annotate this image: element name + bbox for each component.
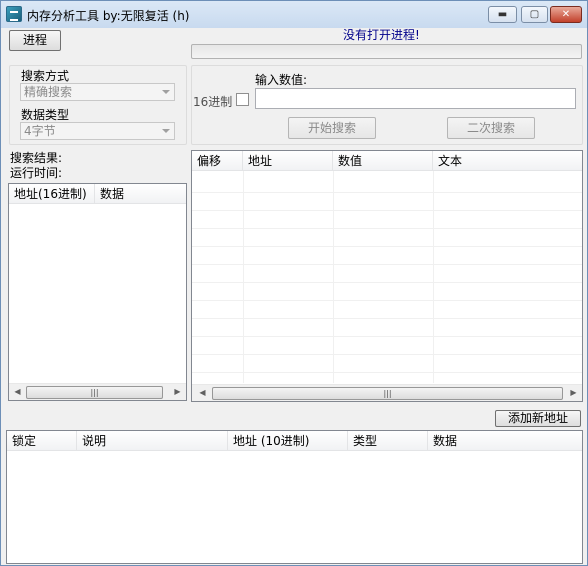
scroll-right-icon[interactable]: ▶	[169, 384, 186, 400]
horizontal-scrollbar[interactable]: ◀ ||| ▶	[192, 384, 582, 401]
column-header[interactable]: 地址	[243, 151, 333, 171]
search-mode-select[interactable]: 精确搜索	[20, 83, 175, 101]
column-header[interactable]: 说明	[77, 431, 228, 451]
maximize-icon: ▢	[529, 9, 540, 20]
minimize-button[interactable]: ▬	[488, 6, 517, 23]
app-icon	[6, 6, 22, 22]
result-list[interactable]: 地址(16进制) 数据 ◀ ||| ▶	[8, 183, 187, 401]
data-type-value: 4字节	[24, 124, 56, 138]
hex-label: 16进制	[193, 95, 233, 109]
scroll-left-icon[interactable]: ◀	[9, 384, 26, 400]
hex-checkbox[interactable]	[236, 93, 249, 106]
process-status: 没有打开进程!	[343, 28, 420, 42]
run-time-label: 运行时间:	[10, 166, 63, 180]
search-mode-value: 精确搜索	[24, 85, 73, 99]
saved-list-header: 锁定 说明 地址 (10进制) 类型 数据	[7, 431, 582, 451]
column-header[interactable]: 地址(16进制)	[9, 184, 95, 204]
maximize-button[interactable]: ▢	[521, 6, 548, 23]
grid-divider	[243, 171, 244, 383]
grid-divider	[192, 282, 582, 283]
main-window: 内存分析工具 by:无限复活 (h) ▬ ▢ ✕ 进程 没有打开进程! 搜索方式…	[0, 0, 588, 566]
column-header[interactable]: 类型	[348, 431, 428, 451]
start-search-button[interactable]: 开始搜索	[288, 117, 376, 139]
window-title: 内存分析工具 by:无限复活 (h)	[27, 9, 190, 23]
column-header[interactable]: 地址 (10进制)	[228, 431, 348, 451]
close-button[interactable]: ✕	[550, 6, 582, 23]
data-type-select[interactable]: 4字节	[20, 122, 175, 140]
second-search-button[interactable]: 二次搜索	[447, 117, 535, 139]
column-header[interactable]: 数据	[95, 184, 186, 204]
progress-bar	[191, 44, 582, 59]
grid-divider	[192, 318, 582, 319]
close-icon: ✕	[561, 9, 571, 20]
grid-divider	[433, 171, 434, 383]
result-list-header: 地址(16进制) 数据	[9, 184, 186, 204]
search-value-input[interactable]	[255, 88, 576, 109]
grid-divider	[192, 354, 582, 355]
grid-divider	[192, 210, 582, 211]
title-bar[interactable]: 内存分析工具 by:无限复活 (h) ▬ ▢ ✕	[1, 1, 587, 28]
grid-divider	[192, 336, 582, 337]
input-value-label: 输入数值:	[255, 73, 308, 87]
grid-divider	[192, 228, 582, 229]
add-address-button[interactable]: 添加新地址	[495, 410, 581, 427]
chevron-down-icon	[162, 129, 170, 133]
grid-divider	[333, 171, 334, 383]
scroll-thumb[interactable]: |||	[26, 386, 163, 399]
column-header[interactable]: 锁定	[7, 431, 77, 451]
grid-divider	[192, 300, 582, 301]
process-button[interactable]: 进程	[9, 30, 61, 51]
search-mode-label: 搜索方式	[21, 69, 70, 83]
memory-view-header: 偏移 地址 数值 文本	[192, 151, 582, 171]
column-header[interactable]: 数据	[428, 431, 582, 451]
column-header[interactable]: 数值	[333, 151, 433, 171]
minimize-icon: ▬	[497, 9, 508, 20]
grid-divider	[192, 246, 582, 247]
grid-divider	[192, 264, 582, 265]
chevron-down-icon	[162, 90, 170, 94]
grid-divider	[192, 192, 582, 193]
grid-divider	[192, 372, 582, 373]
data-type-label: 数据类型	[21, 108, 70, 122]
scroll-left-icon[interactable]: ◀	[194, 385, 211, 401]
memory-view-list[interactable]: 偏移 地址 数值 文本 ◀ ||| ▶	[191, 150, 583, 402]
column-header[interactable]: 偏移	[192, 151, 243, 171]
saved-address-list[interactable]: 锁定 说明 地址 (10进制) 类型 数据	[6, 430, 583, 564]
scroll-right-icon[interactable]: ▶	[565, 385, 582, 401]
column-header[interactable]: 文本	[433, 151, 582, 171]
scroll-thumb[interactable]: |||	[212, 387, 563, 400]
horizontal-scrollbar[interactable]: ◀ ||| ▶	[9, 383, 186, 400]
